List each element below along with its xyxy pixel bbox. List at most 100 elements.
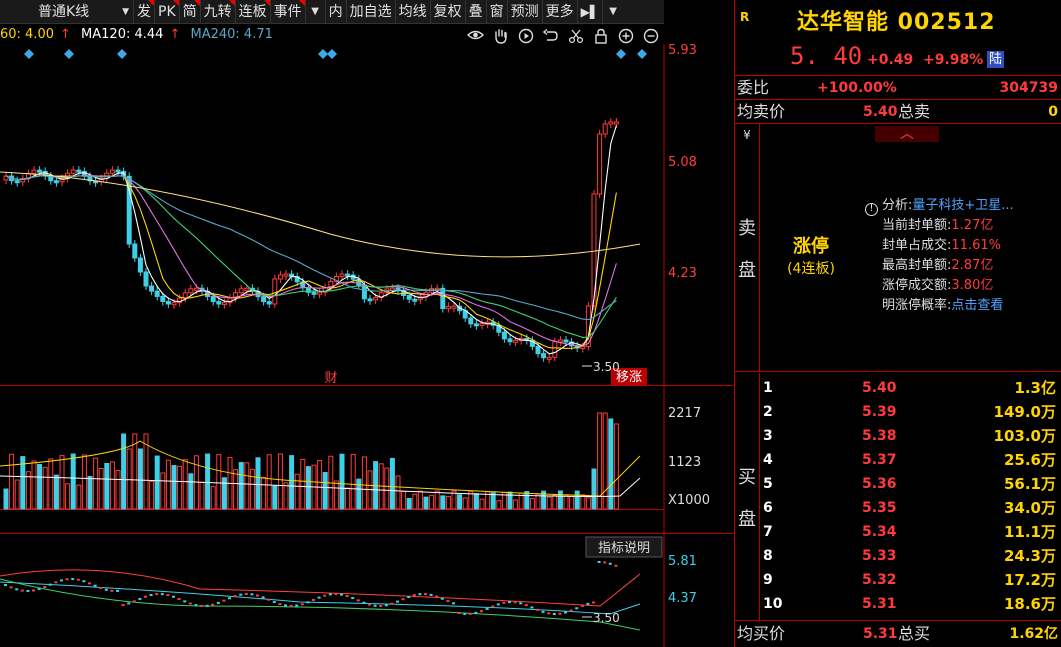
volume-bar xyxy=(188,473,194,510)
undo-icon[interactable] xyxy=(541,28,560,45)
bid-row[interactable]: 2 5.39 149.0万 xyxy=(760,400,1061,424)
event-marker[interactable] xyxy=(327,49,337,59)
zt-marker[interactable]: 移涨 xyxy=(616,370,642,385)
stock-name[interactable]: 达华智能 002512 xyxy=(797,4,996,36)
volume-bar xyxy=(25,471,31,510)
eye-icon[interactable] xyxy=(466,28,485,45)
moving-average-lines xyxy=(0,125,641,355)
analysis-link[interactable]: 量子科技+卫星... xyxy=(912,198,1013,213)
indicator-tick-mark xyxy=(295,604,299,607)
candle-body xyxy=(552,341,558,358)
toolbar-menu-icon[interactable]: ▼ xyxy=(603,0,623,24)
buy-side-label-2: 盘 xyxy=(738,509,756,530)
volume-bar xyxy=(205,453,211,510)
bid-row[interactable]: 1 5.40 1.3亿 xyxy=(760,376,1061,400)
toolbar-btn-overlay[interactable]: 叠 xyxy=(466,0,487,24)
indicator-tick-mark xyxy=(93,584,97,587)
prob-link[interactable]: 点击查看 xyxy=(951,298,1003,313)
board-badge[interactable]: 陆 xyxy=(987,51,1005,68)
ma-curve xyxy=(5,125,617,355)
bid-volume: 56.1万 xyxy=(1003,475,1056,493)
bid-row[interactable]: 7 5.34 11.1万 xyxy=(760,520,1061,544)
collapse-caret-icon[interactable]: ︿ xyxy=(875,126,939,142)
bid-price: 5.36 xyxy=(862,476,897,492)
candle-body xyxy=(613,121,619,125)
volume-bar xyxy=(149,480,155,510)
toolbar-btn-pk[interactable]: PK xyxy=(155,0,180,24)
bid-row[interactable]: 5 5.36 56.1万 xyxy=(760,472,1061,496)
volume-bar xyxy=(81,454,87,510)
volume-bar xyxy=(423,496,429,510)
toolbar-btn-ma[interactable]: 均线 xyxy=(396,0,431,24)
zoom-in-icon[interactable] xyxy=(616,28,635,45)
toolbar-btn-more[interactable]: 更多 xyxy=(543,0,578,24)
finance-marker[interactable]: 财 xyxy=(324,371,337,386)
toolbar-btn-forecast[interactable]: 预测 xyxy=(508,0,543,24)
toolbar-btn-window[interactable]: 窗 xyxy=(487,0,508,24)
candle-body xyxy=(546,356,552,360)
candlestick-pane[interactable]: 财 移涨 3.50 5.93 5.08 4.23 xyxy=(0,44,733,386)
indicator-tick-mark xyxy=(54,581,58,584)
toolbar-btn-jiuzhuan[interactable]: 九转 xyxy=(201,0,236,24)
indicator-tick-mark xyxy=(211,603,215,606)
indicator-low-label: 3.50 xyxy=(593,611,620,625)
bid-row[interactable]: 9 5.32 17.2万 xyxy=(760,568,1061,592)
kline-type-label: 普通K线 xyxy=(38,4,90,20)
event-marker[interactable] xyxy=(616,49,626,59)
volume-bars xyxy=(3,412,619,510)
avg-buy-row: 均买价 5.31 总买 1.62亿 xyxy=(735,622,1061,646)
scissors-icon[interactable] xyxy=(566,28,585,45)
indicator-tick-mark xyxy=(412,594,416,597)
play-icon[interactable] xyxy=(516,28,535,45)
toolbar-btn-add-watch[interactable]: 加自选 xyxy=(347,0,396,24)
candle-body xyxy=(406,294,412,300)
hand-icon[interactable] xyxy=(491,28,510,45)
toolbar-btn-jian[interactable]: 简 xyxy=(180,0,201,24)
indicator-tick-mark xyxy=(519,602,523,605)
indicator-tick-mark xyxy=(491,605,495,608)
ma60-legend: 60: 4.00 ↑ xyxy=(0,27,71,42)
zoom-out-icon[interactable] xyxy=(641,28,660,45)
toolbar-btn-fuquan[interactable]: 复权 xyxy=(431,0,466,24)
bid-row[interactable]: 10 5.31 18.6万 xyxy=(760,592,1061,616)
indicator-tick-mark xyxy=(608,562,612,565)
volume-pane[interactable]: 2217 1123 X1000 xyxy=(0,386,733,534)
volume-bar xyxy=(233,469,239,510)
kline-type-select[interactable]: 普通K线 xyxy=(0,0,134,24)
event-marker[interactable] xyxy=(117,49,127,59)
lock-icon[interactable] xyxy=(591,28,610,45)
bid-level: 4 xyxy=(763,452,773,468)
bid-row[interactable]: 8 5.33 24.3万 xyxy=(760,544,1061,568)
indicator-tick-mark xyxy=(256,594,259,597)
indicator-tick-mark xyxy=(463,612,467,615)
volume-bar xyxy=(221,477,227,510)
indicator-tick-mark xyxy=(183,600,187,603)
indicator-pane[interactable]: 指标说明 5.81 4.37 3.50 xyxy=(0,534,733,647)
bid-row[interactable]: 3 5.38 103.0万 xyxy=(760,424,1061,448)
indicator-tick-mark xyxy=(558,612,562,615)
event-marker[interactable] xyxy=(318,49,328,59)
toolbar-btn-lianban[interactable]: 连板 xyxy=(236,0,271,24)
toolbar-expand-icon[interactable]: ▶▌ xyxy=(578,0,604,24)
volume-bar xyxy=(53,474,59,510)
bid-row[interactable]: 4 5.37 25.6万 xyxy=(760,448,1061,472)
toolbar-dropdown-icon[interactable]: ▼ xyxy=(306,0,326,24)
limit-up-status: 涨停 (4连板) xyxy=(781,232,841,278)
event-marker[interactable] xyxy=(64,49,74,59)
volume-bar xyxy=(574,490,580,510)
toolbar-btn-shijian[interactable]: 事件 xyxy=(271,0,306,24)
candle-body xyxy=(440,287,446,310)
indicator-tick-mark xyxy=(614,564,618,567)
candle-body xyxy=(412,298,418,302)
avg-buy-label: 均买价 xyxy=(737,624,786,643)
event-marker[interactable] xyxy=(637,49,647,59)
volume-bar xyxy=(93,457,99,510)
indicator-tick-mark xyxy=(328,593,332,596)
volume-bar xyxy=(557,490,563,510)
indicator-tick-mark xyxy=(508,601,511,604)
toolbar-btn-nei[interactable]: 内 xyxy=(326,0,347,24)
indicator-tick-mark xyxy=(446,600,450,603)
bid-row[interactable]: 6 5.35 34.0万 xyxy=(760,496,1061,520)
toolbar-btn-fa[interactable]: 发 xyxy=(134,0,155,24)
event-marker[interactable] xyxy=(24,49,34,59)
